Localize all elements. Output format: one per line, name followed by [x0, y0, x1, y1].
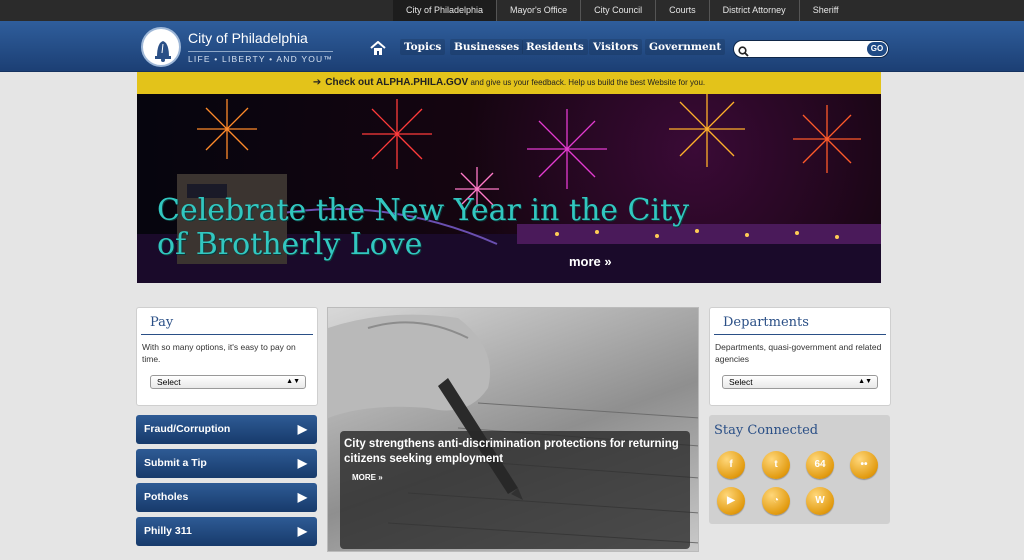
feature-story[interactable]: City strengthens anti-discrimination pro…: [327, 307, 699, 552]
potholes-button[interactable]: Potholes ▶: [136, 483, 317, 512]
departments-select[interactable]: Select ▲▼: [722, 375, 878, 389]
top-link-city[interactable]: City of Philadelphia: [393, 0, 497, 21]
chevron-right-icon: ▶: [297, 422, 307, 436]
submit-tip-button[interactable]: Submit a Tip ▶: [136, 449, 317, 478]
chevron-right-icon: ▶: [297, 490, 307, 504]
flickr-icon[interactable]: ••: [850, 451, 878, 479]
top-utility-bar: City of Philadelphia Mayor's Office City…: [0, 0, 1024, 21]
hero-banner[interactable]: Celebrate the New Year in the City of Br…: [137, 94, 881, 283]
top-link-mayor[interactable]: Mayor's Office: [496, 0, 580, 21]
pay-select-value: Select: [157, 377, 181, 387]
stay-connected-panel: Stay Connected f t 64 •• ▶ ◔ W: [709, 415, 890, 524]
top-links: City of Philadelphia Mayor's Office City…: [393, 0, 852, 21]
stay-connected-title: Stay Connected: [714, 423, 819, 438]
pay-title: Pay: [141, 308, 313, 335]
rss-icon[interactable]: ◔: [762, 487, 790, 515]
search-input[interactable]: GO: [733, 40, 889, 58]
top-link-courts[interactable]: Courts: [655, 0, 709, 21]
select-caret-icon: ▲▼: [858, 378, 872, 385]
liberty-bell-icon[interactable]: [141, 27, 181, 67]
feature-title[interactable]: City strengthens anti-discrimination pro…: [344, 437, 684, 467]
pay-panel: Pay With so many options, it's easy to p…: [136, 307, 318, 406]
pay-text: With so many options, it's easy to pay o…: [142, 342, 296, 364]
wordpress-icon[interactable]: W: [806, 487, 834, 515]
hero-headline[interactable]: Celebrate the New Year in the City of Br…: [157, 194, 717, 262]
departments-text: Departments, quasi-government and relate…: [715, 342, 882, 364]
site-logo-title[interactable]: City of Philadelphia: [188, 30, 308, 46]
top-link-sheriff[interactable]: Sheriff: [798, 0, 852, 21]
nav-visitors[interactable]: Visitors: [589, 39, 643, 55]
chevron-right-icon: ▶: [297, 456, 307, 470]
fraud-corruption-button[interactable]: Fraud/Corruption ▶: [136, 415, 317, 444]
top-link-da[interactable]: District Attorney: [708, 0, 799, 21]
departments-select-value: Select: [729, 377, 753, 387]
departments-title: Departments: [714, 308, 886, 335]
search-icon: [738, 44, 749, 62]
site-tagline: LIFE • LIBERTY • AND YOU™: [188, 51, 334, 64]
button-label: Fraud/Corruption: [144, 423, 231, 435]
alpha-site-banner[interactable]: ➔ Check out ALPHA.PHILA.GOV and give us y…: [137, 72, 881, 94]
button-label: Potholes: [144, 491, 189, 503]
nav-businesses[interactable]: Businesses: [450, 39, 524, 55]
feature-more-link[interactable]: MORE »: [352, 473, 383, 482]
twitter-icon[interactable]: t: [762, 451, 790, 479]
pay-select[interactable]: Select ▲▼: [150, 375, 306, 389]
route64-icon[interactable]: 64: [806, 451, 834, 479]
philly-311-button[interactable]: Philly 311 ▶: [136, 517, 317, 546]
button-label: Philly 311: [144, 525, 192, 537]
hero-more-link[interactable]: more »: [569, 254, 612, 269]
arrow-right-icon: ➔: [312, 77, 322, 88]
home-icon[interactable]: [370, 40, 386, 55]
banner-link[interactable]: Check out ALPHA.PHILA.GOV: [325, 77, 468, 88]
top-link-council[interactable]: City Council: [580, 0, 655, 21]
nav-topics[interactable]: Topics: [400, 39, 446, 55]
site-header: City of Philadelphia LIFE • LIBERTY • AN…: [0, 21, 1024, 72]
search-go-button[interactable]: GO: [867, 42, 887, 56]
button-label: Submit a Tip: [144, 457, 207, 469]
departments-panel: Departments Departments, quasi-governmen…: [709, 307, 891, 406]
banner-text: and give us your feedback. Help us build…: [470, 78, 706, 87]
chevron-right-icon: ▶: [297, 524, 307, 538]
feature-caption: City strengthens anti-discrimination pro…: [340, 431, 690, 549]
nav-residents[interactable]: Residents: [522, 39, 588, 55]
nav-government[interactable]: Government: [645, 39, 726, 55]
youtube-icon[interactable]: ▶: [717, 487, 745, 515]
select-caret-icon: ▲▼: [286, 378, 300, 385]
facebook-icon[interactable]: f: [717, 451, 745, 479]
